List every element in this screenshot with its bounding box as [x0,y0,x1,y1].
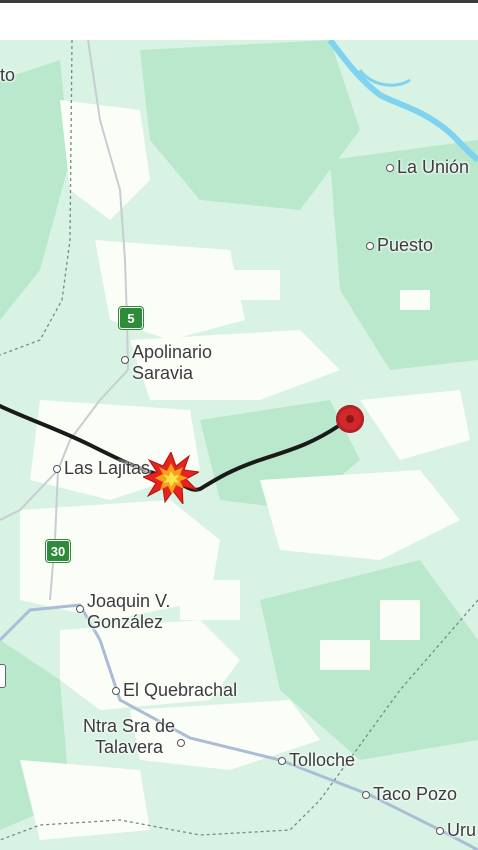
place-label-apolinario-saravia: Apolinario Saravia [121,342,212,384]
place-dot [386,163,394,172]
top-bar [0,0,478,40]
place-label-tolloche: Tolloche [278,750,355,771]
place-dot [53,464,61,473]
place-label-ntra-sra-de-talavera: Ntra Sra de Talavera [83,716,188,758]
place-dot [112,686,120,695]
place-label-taco-pozo: Taco Pozo [362,784,457,805]
place-label-la-union: La Unión [386,157,469,178]
place-label-uru: Uru [436,820,476,841]
route-shield-30: 30 [46,540,70,562]
place-dot [177,739,186,747]
place-label-joaquin-v-gonzalez: Joaquin V. González [76,591,170,633]
top-divider [0,0,478,3]
place-dot [362,790,370,799]
place-dot [436,826,444,835]
edge-marker [0,664,6,688]
destination-pin-icon[interactable] [336,405,364,433]
place-dot [76,605,84,613]
place-dot [121,356,129,364]
place-label-el-quebrachal: El Quebrachal [112,680,237,701]
place-dot [366,241,374,250]
place-label-pto: to [0,65,16,85]
place-dot [278,756,286,765]
route-shield-5: 5 [119,307,143,329]
map-canvas[interactable]: to La Unión Puesto Apolinario Saravia La… [0,40,478,850]
river [327,40,478,163]
explosion-icon[interactable] [143,452,199,504]
place-label-las-lajitas: Las Lajitas [53,458,150,479]
place-label-puesto: Puesto [366,235,433,256]
